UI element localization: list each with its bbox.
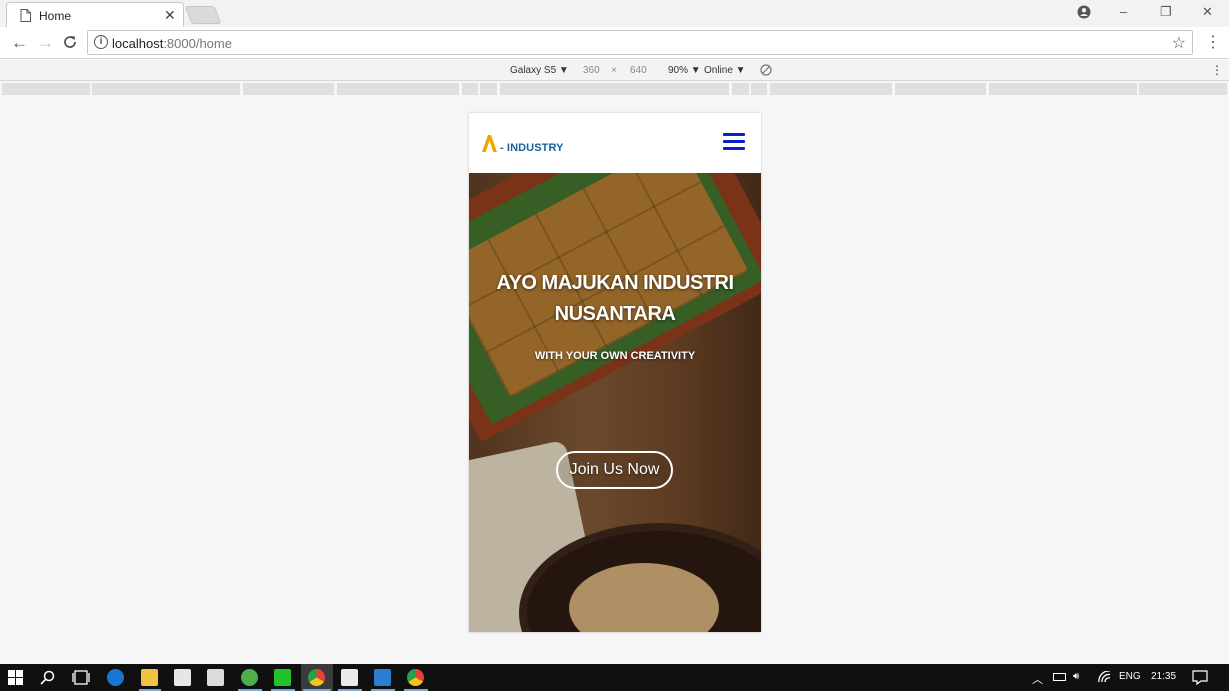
notifications-icon[interactable]: [1192, 670, 1208, 685]
windows-start-icon[interactable]: [8, 670, 23, 685]
media-query-segment[interactable]: [480, 83, 497, 95]
browser-tab[interactable]: Home ✕: [6, 2, 184, 28]
brand-name[interactable]: - INDUSTRY: [500, 142, 564, 154]
hero-section: AYO MAJUKAN INDUSTRI NUSANTARA WITH YOUR…: [469, 173, 761, 632]
hero-title: AYO MAJUKAN INDUSTRI NUSANTARA: [496, 272, 734, 325]
task-view-icon[interactable]: [72, 670, 90, 685]
store-icon[interactable]: [174, 669, 191, 686]
bookmark-star-icon[interactable]: ☆: [1172, 33, 1186, 53]
volume-icon[interactable]: 🔊︎: [1073, 671, 1079, 682]
browser-toolbar: ← → i localhost:8000/home ☆ ⋮: [0, 27, 1229, 59]
word-icon[interactable]: [374, 669, 391, 686]
tab-close-icon[interactable]: ✕: [164, 7, 176, 24]
devtools-menu-icon[interactable]: ⋮: [1211, 63, 1223, 77]
minimize-icon[interactable]: –: [1120, 4, 1127, 19]
back-icon[interactable]: ←: [11, 33, 28, 53]
edge-icon[interactable]: [107, 669, 124, 686]
media-query-segment[interactable]: [732, 83, 749, 95]
forward-icon[interactable]: →: [37, 33, 54, 53]
chrome-icon[interactable]: [308, 669, 325, 686]
window-close-icon[interactable]: ✕: [1202, 4, 1213, 20]
chrome-icon[interactable]: [407, 669, 424, 686]
line-icon[interactable]: [274, 669, 291, 686]
media-query-segment[interactable]: [243, 83, 334, 95]
tab-title: Home: [39, 9, 72, 23]
media-query-segment[interactable]: [337, 83, 459, 95]
app-icon[interactable]: [241, 669, 258, 686]
mail-icon[interactable]: [207, 669, 224, 686]
hero-subtitle: WITH YOUR OWN CREATIVITY: [534, 350, 696, 362]
device-viewport: - INDUSTRY AYO MAJUKAN INDUSTRI NUSANTAR…: [469, 113, 761, 632]
zoom-select[interactable]: 90% ▼: [668, 65, 701, 76]
show-hidden-icons-icon[interactable]: ︿: [1032, 671, 1043, 687]
photos-icon[interactable]: [341, 669, 358, 686]
device-width[interactable]: 360: [583, 65, 600, 76]
windows-taskbar: ︿ 🔊︎ ENG 21:35: [0, 664, 1229, 691]
media-query-segment[interactable]: [500, 83, 729, 95]
media-query-segment[interactable]: [1139, 83, 1227, 95]
device-select[interactable]: Galaxy S5 ▼: [510, 65, 569, 76]
wifi-icon[interactable]: [1098, 671, 1111, 683]
network-select[interactable]: Online ▼: [704, 65, 746, 76]
clock[interactable]: 21:35: [1151, 671, 1176, 682]
profile-icon[interactable]: [1077, 5, 1091, 19]
media-query-segment[interactable]: [2, 83, 90, 95]
site-header: - INDUSTRY: [469, 113, 761, 173]
media-query-segment[interactable]: [895, 83, 986, 95]
media-query-bar: [0, 82, 1229, 96]
media-query-segment[interactable]: [751, 83, 767, 95]
address-bar[interactable]: i localhost:8000/home ☆: [87, 30, 1193, 55]
media-query-segment[interactable]: [462, 83, 478, 95]
info-icon[interactable]: i: [94, 35, 108, 49]
device-toolbar: Galaxy S5 ▼ 360 × 640 90% ▼ Online ▼ ⋮: [0, 60, 1229, 81]
browser-titlebar: Home ✕ – ❐ ✕: [0, 0, 1229, 28]
hamburger-menu-icon[interactable]: [723, 133, 745, 152]
new-tab-button[interactable]: [184, 6, 222, 24]
brand-logo[interactable]: [481, 134, 498, 153]
media-query-segment[interactable]: [989, 83, 1137, 95]
dimension-separator: ×: [611, 65, 617, 76]
rotate-icon[interactable]: [760, 64, 772, 76]
page-icon: [20, 9, 31, 22]
search-icon[interactable]: [40, 670, 55, 685]
restore-icon[interactable]: ❐: [1160, 4, 1172, 20]
join-us-button[interactable]: Join Us Now: [556, 451, 673, 489]
language-indicator[interactable]: ENG: [1119, 671, 1141, 682]
media-query-segment[interactable]: [770, 83, 892, 95]
battery-icon[interactable]: [1053, 673, 1066, 681]
file-explorer-icon[interactable]: [141, 669, 158, 686]
browser-menu-icon[interactable]: ⋮: [1205, 32, 1221, 52]
device-height[interactable]: 640: [630, 65, 647, 76]
url-text: localhost:8000/home: [112, 36, 232, 51]
media-query-segment[interactable]: [92, 83, 240, 95]
reload-icon[interactable]: [63, 35, 77, 49]
